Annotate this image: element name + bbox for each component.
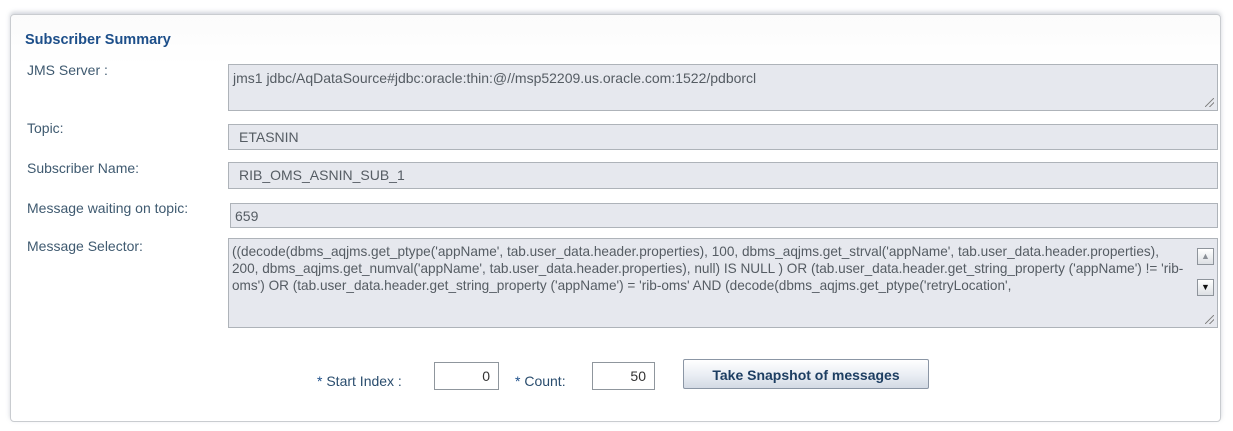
take-snapshot-button[interactable]: Take Snapshot of messages xyxy=(683,359,929,389)
jms-server-field[interactable]: jms1 jdbc/AqDataSource#jdbc:oracle:thin:… xyxy=(228,64,1218,111)
resize-grip-icon[interactable] xyxy=(1205,98,1214,107)
message-selector-value: ((decode(dbms_aqjms.get_ptype('appName',… xyxy=(232,244,1184,293)
start-index-label: * Start Index : xyxy=(317,373,402,389)
count-label: * Count: xyxy=(515,373,566,389)
subscriber-summary-panel: Subscriber Summary JMS Server : jms1 jdb… xyxy=(10,14,1221,422)
message-selector-field[interactable]: ((decode(dbms_aqjms.get_ptype('appName',… xyxy=(228,238,1218,328)
topic-label: Topic: xyxy=(27,120,64,136)
message-selector-label: Message Selector: xyxy=(27,238,143,254)
message-waiting-field[interactable]: 659 xyxy=(230,203,1218,228)
scroll-down-icon[interactable]: ▼ xyxy=(1197,279,1214,296)
message-waiting-label: Message waiting on topic: xyxy=(27,200,189,216)
panel-title: Subscriber Summary xyxy=(25,32,171,48)
count-input[interactable] xyxy=(592,362,655,390)
topic-field[interactable]: ETASNIN xyxy=(228,124,1218,150)
subscriber-name-label: Subscriber Name: xyxy=(27,160,140,176)
subscriber-name-field[interactable]: RIB_OMS_ASNIN_SUB_1 xyxy=(228,162,1218,189)
scroll-up-icon[interactable]: ▲ xyxy=(1197,248,1214,265)
message-selector-scrollbar[interactable]: ▲ ▼ xyxy=(1197,241,1215,309)
jms-server-value: jms1 jdbc/AqDataSource#jdbc:oracle:thin:… xyxy=(233,70,757,86)
jms-server-label: JMS Server : xyxy=(27,62,108,78)
resize-grip-icon[interactable] xyxy=(1205,315,1214,324)
start-index-input[interactable] xyxy=(434,362,499,390)
